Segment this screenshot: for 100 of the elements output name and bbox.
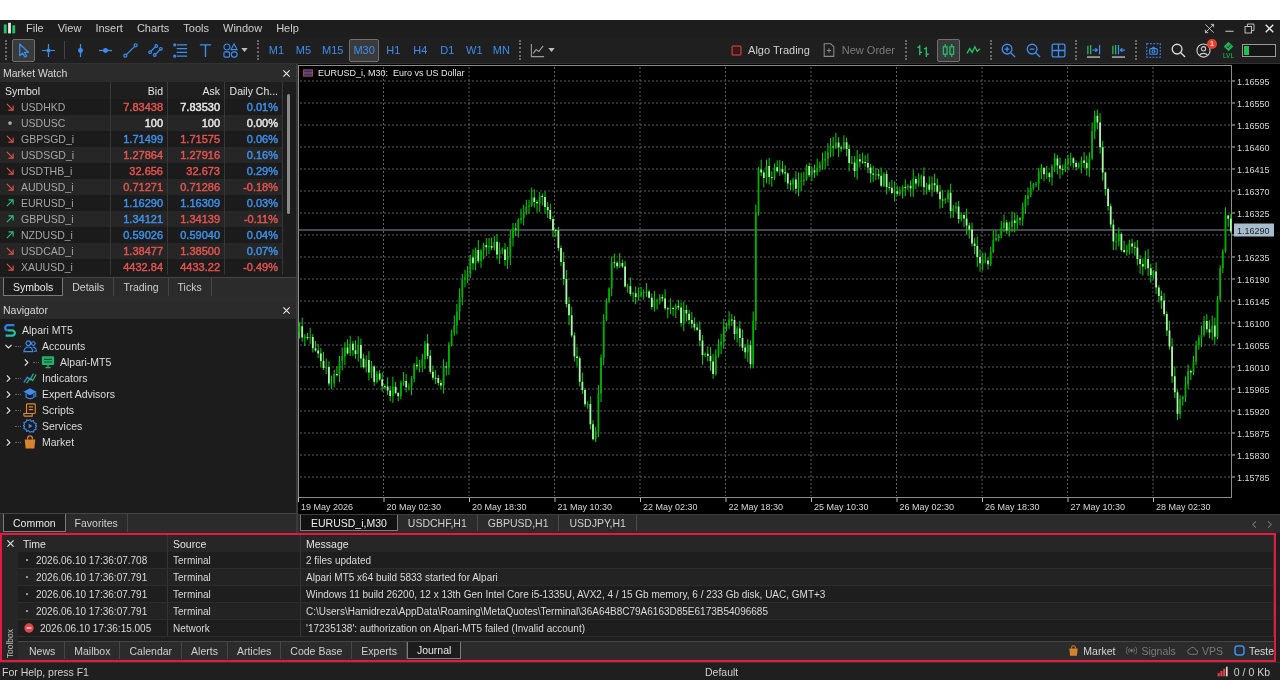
menu-item[interactable]: Charts [129,21,177,36]
zigzag-chart-icon [23,371,37,385]
price-axis-label: 1.16460 [1237,142,1270,153]
symbol-name[interactable]: USDCAD_i [21,245,74,257]
timeframe-button[interactable]: M15 [318,38,348,62]
timeframe-button[interactable]: H4 [407,38,433,62]
price-axis-label: 1.15785 [1237,472,1270,483]
navigator-item[interactable]: Market [42,436,75,448]
close-icon[interactable] [1264,23,1275,34]
menu-item[interactable]: Tools [176,21,216,36]
panel-tab[interactable]: Trading [114,278,169,296]
timeframe-button[interactable]: H1 [380,38,406,62]
service-button[interactable]: Teste [1233,642,1274,659]
toolbox-tab[interactable]: Alerts [182,642,228,659]
service-button[interactable]: Market [1068,642,1116,659]
restore-icon[interactable] [1244,23,1255,34]
signal-bars-icon [1216,666,1228,677]
navigator-item[interactable]: Expert Advisors [42,388,115,400]
panel-tab[interactable]: Common [3,514,66,532]
menu-item[interactable]: View [50,21,89,36]
navigator-item[interactable]: Scripts [42,404,75,416]
navigator-item[interactable]: Indicators [42,372,88,384]
panel-title: Market Watch [3,67,68,79]
ask-price: 1.16309 [180,197,220,209]
bid-price: 1.71499 [123,133,163,145]
toolbox-tab[interactable]: Calendar [120,642,183,659]
close-icon[interactable] [282,305,291,315]
navigator-item[interactable]: Alpari-MT5 [60,356,112,368]
price-axis-label: 1.16505 [1237,120,1270,131]
symbol-name[interactable]: USDTHB_i [21,165,73,177]
symbol-name[interactable]: GBPUSD_i [21,213,74,225]
panel-tab[interactable]: Favorites [65,514,128,532]
chart-tab[interactable]: USDCHF,H1 [397,515,478,531]
symbol-name[interactable]: GBPSGD_i [21,133,75,145]
chart-tab[interactable]: USDJPY,H1 [559,515,637,531]
bid-price: 1.27864 [123,149,163,161]
panel-tab[interactable]: Details [63,278,115,296]
ask-price: 32.673 [186,165,220,177]
timeframe-button[interactable]: D1 [434,38,460,62]
chevron-left-icon[interactable] [1250,519,1259,529]
toolbox-tab[interactable]: Articles [227,642,282,659]
camera-icon [1146,42,1161,58]
drawing-tool-button[interactable] [12,38,35,62]
timeframe-button[interactable]: M30 [349,38,379,62]
stop-square-icon [731,44,743,56]
symbol-name[interactable]: USDHKD [21,101,66,113]
price-axis-label: 1.16370 [1237,186,1270,197]
trend-line-icon [123,42,138,58]
close-icon[interactable] [5,539,15,548]
toolbox-tab[interactable]: Mailbox [65,642,121,659]
scrollbar-thumb[interactable] [287,94,290,214]
price-axis-label: 1.16595 [1237,76,1270,87]
daily-change: -0.18% [243,181,278,193]
app-logo-icon [3,323,17,337]
panel-tab[interactable]: Ticks [168,278,212,296]
chart-type-button[interactable] [937,38,960,62]
chart-tab[interactable]: GBPUSD,H1 [477,515,560,531]
panel-tab[interactable]: Symbols [3,278,64,296]
symbol-name[interactable]: USDUSC [21,117,66,129]
toolbox-tab[interactable]: Journal [406,642,462,659]
symbol-name[interactable]: EURUSD_i [21,197,74,209]
timeframe-button[interactable]: W1 [461,38,487,62]
algo-trading-button[interactable]: Algo Trading [726,38,815,62]
symbol-name[interactable]: USDSGD_i [21,149,75,161]
chart-tab[interactable]: EURUSD_i,M30 [300,515,398,531]
message-cell: Windows 11 build 26200, 12 x 13th Gen Intel Core i5-1335U, AVX2, 4 / 15 Gb memory, 6 / 233 Gb disk, UAC, GMT+3 [301,586,1274,602]
symbol-name[interactable]: NZDUSD_i [21,229,73,241]
timeframe-button[interactable]: M5 [291,38,316,62]
dot-icon [24,574,30,580]
menu-item[interactable]: File [19,21,51,36]
account-button[interactable]: 1 [1192,38,1215,62]
chevron-right-icon[interactable] [4,405,13,415]
price-axis-label: 1.16010 [1237,362,1270,373]
time-axis-label: 28 May 02:30 [1156,502,1211,512]
timeframe-button[interactable]: M1 [264,38,289,62]
menu-item[interactable]: Window [216,21,270,36]
time-axis-label: 27 May 10:30 [1070,502,1126,512]
time-cell: 2026.06.10 17:36:07.791 [36,571,148,583]
menu-item[interactable]: Help [269,21,306,36]
chevron-right-icon[interactable] [4,373,13,383]
toolbox-tab[interactable]: News [20,642,66,659]
navigator-item[interactable]: Services [42,420,83,432]
close-icon[interactable] [282,68,291,78]
chevron-right-icon[interactable] [22,357,31,367]
timeframe-button[interactable]: MN [488,38,514,62]
symbol-name[interactable]: XAUUSD_i [21,261,73,273]
toolbox-tab[interactable]: Experts [352,642,407,659]
time-cell: 2026.06.10 17:36:15.005 [40,622,152,634]
arrow-down-right-icon [5,182,15,192]
navigator-item[interactable]: Alpari MT5 [22,324,73,336]
navigator-item[interactable]: Accounts [42,340,86,352]
chevron-right-icon[interactable] [4,389,13,399]
toolbox-tab[interactable]: Code Base [281,642,353,659]
arrow-down-right-icon [5,150,15,160]
axis-line-chart-icon [529,42,545,58]
chevron-right-icon[interactable] [4,437,13,447]
document-plus-icon [821,43,836,57]
menu-item[interactable]: Insert [88,21,130,36]
crossed-arrows-icon[interactable] [1204,23,1215,34]
symbol-name[interactable]: AUDUSD_i [21,181,74,193]
